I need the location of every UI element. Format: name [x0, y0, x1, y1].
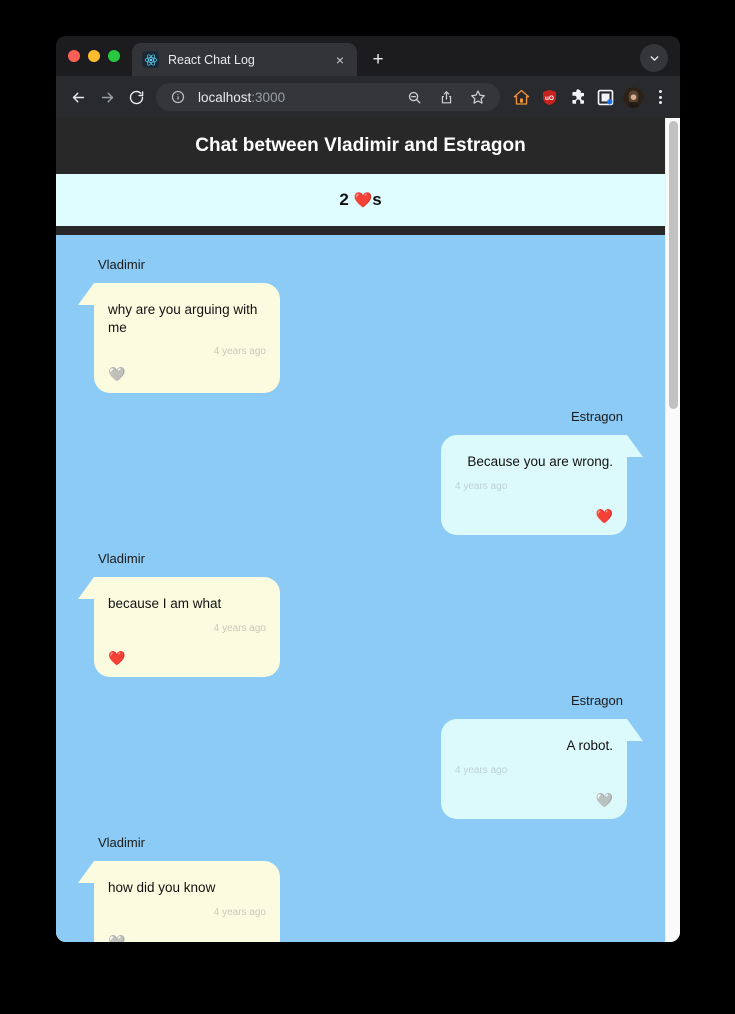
chat-message: Estragon Because you are wrong. 4 years ag… [56, 409, 665, 536]
message-bubble[interactable]: A robot. 4 years ago ❤️ [441, 719, 643, 820]
message-bubble[interactable]: because I am what 4 years ago ❤️ [78, 577, 280, 678]
section-divider [56, 226, 665, 235]
heart-icon-unliked[interactable]: ❤️ [108, 357, 266, 381]
window-maximize-button[interactable] [108, 50, 120, 62]
address-bar[interactable]: localhost:3000 [156, 83, 500, 111]
browser-menu-icon[interactable] [649, 86, 671, 108]
share-icon[interactable] [434, 85, 458, 109]
page-viewport: Chat between Vladimir and Estragon 2 ❤️s… [56, 118, 680, 942]
message-timestamp: 4 years ago [455, 764, 508, 776]
profile-avatar[interactable] [623, 86, 644, 108]
chat-message: Vladimir why are you arguing with me 4 yea… [56, 257, 665, 394]
window-close-button[interactable] [68, 50, 80, 62]
heart-icon-liked[interactable]: ❤️ [455, 499, 613, 523]
message-timestamp: 4 years ago [455, 480, 508, 492]
window-traffic-lights [66, 36, 128, 76]
message-text: A robot. [566, 738, 613, 754]
url-port: :3000 [251, 89, 286, 105]
like-count-suffix: s [372, 190, 382, 209]
page-scrollbar[interactable] [665, 118, 680, 942]
browser-window: React Chat Log × + localhost:3000 uO Cha… [56, 36, 680, 942]
message-text: why are you arguing with me [108, 302, 258, 336]
browser-tab[interactable]: React Chat Log × [132, 43, 357, 76]
message-sender-name: Estragon [570, 693, 623, 709]
web-page: Chat between Vladimir and Estragon 2 ❤️s… [56, 118, 665, 942]
page-scrollbar-thumb[interactable] [669, 121, 678, 409]
chat-message: Vladimir because I am what 4 years ago ❤️ [56, 551, 665, 678]
forward-arrow-icon[interactable] [94, 84, 121, 111]
back-arrow-icon[interactable] [65, 84, 92, 111]
message-bubble[interactable]: Because you are wrong. 4 years ago ❤️ [441, 435, 643, 536]
message-timestamp: 4 years ago [213, 622, 266, 634]
react-logo-icon [142, 51, 159, 68]
ublock-origin-icon[interactable]: uO [537, 85, 561, 109]
message-sender-name: Vladimir [98, 257, 145, 272]
tab-close-icon[interactable]: × [331, 51, 349, 69]
heart-icon-unliked[interactable]: ❤️ [455, 783, 613, 807]
message-sender-name: Vladimir [98, 835, 145, 851]
message-text: Because you are wrong. [467, 454, 613, 470]
home-extension-icon[interactable] [509, 85, 533, 109]
message-bubble[interactable]: how did you know 4 years ago ❤️ [78, 861, 280, 942]
address-bar-text[interactable]: localhost:3000 [198, 90, 394, 105]
chat-message: Vladimir how did you know 4 years ago ❤️ [56, 835, 665, 942]
info-circle-icon[interactable] [166, 85, 190, 109]
message-text: how did you know [108, 880, 216, 896]
split-view-icon[interactable] [593, 85, 617, 109]
message-timestamp: 4 years ago [213, 346, 266, 358]
heart-icon-unliked[interactable]: ❤️ [108, 925, 266, 942]
chat-message-list: Vladimir why are you arguing with me 4 yea… [56, 235, 665, 942]
tab-strip: React Chat Log × + [56, 36, 680, 76]
message-timestamp: 4 years ago [213, 906, 266, 918]
message-sender-name: Vladimir [98, 551, 145, 567]
window-minimize-button[interactable] [88, 50, 100, 62]
heart-icon-liked[interactable]: ❤️ [108, 641, 266, 665]
chevron-down-icon[interactable] [640, 44, 668, 72]
message-text: because I am what [108, 596, 222, 612]
like-count: 2 [339, 190, 349, 209]
page-title: Chat between Vladimir and Estragon [56, 118, 665, 174]
new-tab-button[interactable]: + [364, 45, 392, 73]
svg-text:uO: uO [544, 94, 553, 101]
browser-toolbar: localhost:3000 uO [56, 76, 680, 118]
reload-icon[interactable] [123, 84, 150, 111]
chat-message: Estragon A robot. 4 years ago ❤️ [56, 693, 665, 820]
like-counter: 2 ❤️s [56, 174, 665, 226]
zoom-out-search-icon[interactable] [402, 85, 426, 109]
heart-icon: ❤️ [353, 192, 373, 209]
url-host: localhost [198, 89, 252, 105]
bookmark-star-icon[interactable] [466, 85, 490, 109]
message-bubble[interactable]: why are you arguing with me 4 years ago ❤️ [78, 283, 280, 394]
extensions-puzzle-icon[interactable] [565, 85, 589, 109]
message-sender-name: Estragon [570, 409, 623, 425]
tab-title: React Chat Log [168, 52, 255, 67]
